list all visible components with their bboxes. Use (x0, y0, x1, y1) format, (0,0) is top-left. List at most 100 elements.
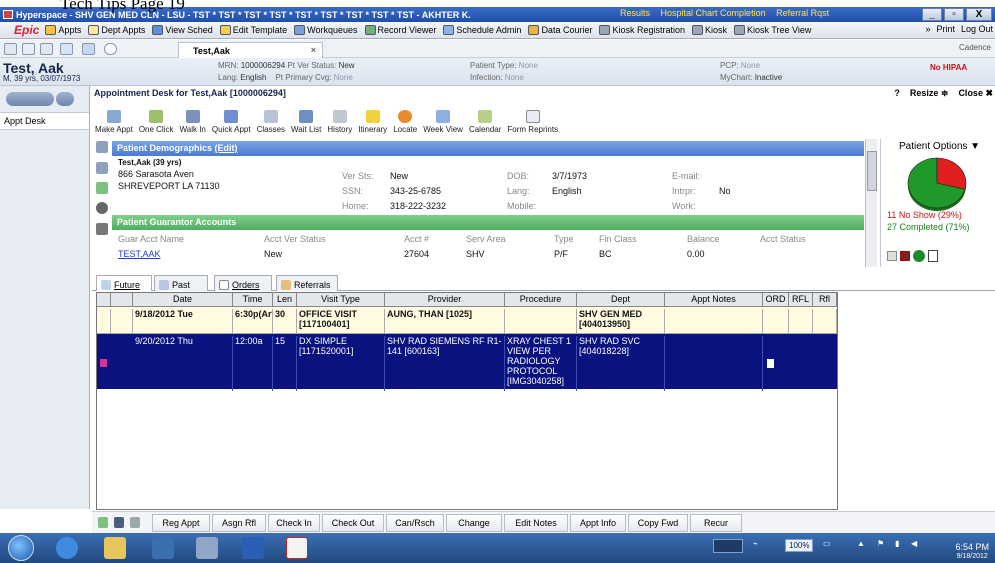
col-visit-type[interactable]: Visit Type (297, 293, 385, 307)
col-provider[interactable]: Provider (385, 293, 505, 307)
activity-appt-desk[interactable]: Appt Desk (0, 112, 89, 130)
tab-patient[interactable]: Test,Aak × (178, 42, 323, 58)
signal-meter-icon[interactable] (713, 539, 743, 553)
schedule-icon[interactable] (82, 43, 95, 55)
file-explorer-icon[interactable] (104, 537, 126, 559)
display-icon[interactable]: ▭ (823, 539, 831, 548)
epic-app-icon[interactable] (286, 537, 308, 559)
make-appt-button[interactable]: Make Appt (95, 110, 133, 134)
start-button[interactable] (8, 535, 34, 561)
close-window-button[interactable]: X (966, 8, 992, 21)
pie-chart-icon[interactable] (913, 250, 925, 262)
col-len[interactable]: Len (273, 293, 297, 307)
list-options-icon[interactable] (130, 517, 140, 528)
edit-notes-button[interactable]: Edit Notes (504, 514, 568, 532)
form-reprints-button[interactable]: Form Reprints (507, 110, 558, 134)
referral-rqst-link[interactable]: Referral Rqst (776, 8, 829, 18)
toolbar-view-sched[interactable]: View Sched (152, 25, 213, 35)
toolbar-schedule-admin[interactable]: Schedule Admin (443, 25, 521, 35)
inbox-icon[interactable] (22, 43, 35, 55)
tab-orders[interactable]: Orders (214, 275, 272, 291)
col-rfl[interactable]: RFL (789, 293, 813, 307)
col-appt-notes[interactable]: Appt Notes (665, 293, 763, 307)
flag-icon[interactable]: ⚑ (877, 539, 884, 548)
forward-arrow-icon[interactable] (96, 162, 108, 174)
overflow-chevron-icon[interactable]: » (925, 24, 930, 34)
close-tab-icon[interactable]: × (311, 45, 316, 55)
back-arrow-icon[interactable] (96, 141, 108, 153)
clipboard-icon[interactable] (767, 359, 774, 368)
toolbar-kiosk-registration[interactable]: Kiosk Registration (599, 25, 685, 35)
word-icon[interactable] (242, 537, 264, 559)
calendar-button[interactable]: Calendar (469, 110, 501, 134)
system-clock[interactable]: 6:54 PM 9/18/2012 (955, 542, 989, 562)
demographics-scrollbar[interactable] (865, 139, 877, 267)
clock-icon[interactable] (104, 43, 117, 55)
appt-info-button[interactable]: Appt Info (570, 514, 626, 532)
snipping-tool-icon[interactable] (196, 537, 218, 559)
col-date[interactable]: Date (133, 293, 233, 307)
asgn-rfl-button[interactable]: Asgn Rfl (212, 514, 266, 532)
cancel-icon[interactable] (96, 202, 108, 214)
quick-appt-button[interactable]: Quick Appt (212, 110, 251, 134)
recur-button[interactable]: Recur (690, 514, 742, 532)
results-link[interactable]: Results (620, 8, 650, 18)
registration-icon[interactable] (60, 43, 73, 55)
table-row[interactable]: 9/18/2012 Tue 6:30p(Ar*) 30 OFFICE VISIT… (97, 307, 837, 335)
toolbar-appts[interactable]: Appts (45, 25, 81, 35)
history-button[interactable]: History (327, 110, 352, 134)
col-rfl-2[interactable]: Rfl (813, 293, 837, 307)
col-ord[interactable]: ORD (763, 293, 789, 307)
change-button[interactable]: Change (446, 514, 502, 532)
media-player-icon[interactable] (152, 537, 174, 559)
toolbar-log-out[interactable]: Log Out (961, 24, 993, 34)
edit-demographics-link[interactable]: (Edit) (215, 143, 238, 153)
restore-button[interactable]: ▫ (944, 8, 964, 21)
itinerary-button[interactable]: Itinerary (358, 110, 387, 134)
col-time[interactable]: Time (233, 293, 273, 307)
toolbar-edit-template[interactable]: Edit Template (219, 25, 287, 35)
guarantor-account-link[interactable]: TEST,AAK (118, 249, 161, 259)
internet-explorer-icon[interactable] (56, 537, 78, 559)
classes-button[interactable]: Classes (257, 110, 285, 134)
volume-icon[interactable]: ◀ (911, 539, 917, 548)
resize-button[interactable]: Resize ≑ (910, 88, 949, 99)
toolbar-workqueues[interactable]: Workqueues (294, 25, 358, 35)
toolbar-data-courier[interactable]: Data Courier (528, 25, 592, 35)
document-icon[interactable] (928, 250, 938, 262)
patient-options-dropdown[interactable]: Patient Options ▼ (899, 141, 980, 152)
can-rsch-button[interactable]: Can/Rsch (386, 514, 444, 532)
refresh-list-icon[interactable] (98, 517, 108, 528)
check-in-button[interactable]: Check In (268, 514, 320, 532)
tab-referrals[interactable]: Referrals (276, 275, 338, 291)
check-out-button[interactable]: Check Out (322, 514, 384, 532)
print-icon[interactable] (96, 223, 108, 235)
tray-chevron-icon[interactable]: ▲ (857, 539, 865, 548)
col-dept[interactable]: Dept (577, 293, 665, 307)
tab-future[interactable]: Future (96, 275, 152, 291)
table-row-selected[interactable]: 9/20/2012 Thu 12:00a 15 DX SIMPLE [11715… (97, 334, 837, 391)
reg-appt-button[interactable]: Reg Appt (152, 514, 210, 532)
walk-in-button[interactable]: Walk In (180, 110, 206, 134)
network-icon[interactable]: ⌁ (753, 539, 758, 548)
help-button[interactable]: ? (894, 88, 900, 99)
refresh-icon[interactable] (96, 182, 108, 194)
one-click-button[interactable]: One Click (139, 110, 174, 134)
toolbar-kiosk-tree-view[interactable]: Kiosk Tree View (734, 25, 811, 35)
close-activity-button[interactable]: Close ✖ (958, 88, 993, 99)
scroll-down-icon[interactable] (887, 251, 897, 261)
wait-list-button[interactable]: Wait List (291, 110, 321, 134)
scroll-thumb[interactable] (867, 151, 877, 191)
bar-chart-icon[interactable] (900, 251, 910, 261)
home-icon[interactable] (4, 43, 17, 55)
save-icon[interactable] (114, 517, 124, 528)
toolbar-dept-appts[interactable]: Dept Appts (88, 25, 145, 35)
chart-completion-link[interactable]: Hospital Chart Completion (661, 8, 766, 18)
toolbar-record-viewer[interactable]: Record Viewer (364, 25, 436, 35)
nav-dropdown-button[interactable] (56, 92, 74, 106)
col-procedure[interactable]: Procedure (505, 293, 577, 307)
back-nav-button[interactable] (6, 92, 54, 106)
home-alt-icon[interactable] (40, 43, 53, 55)
toolbar-kiosk[interactable]: Kiosk (692, 25, 727, 35)
toolbar-print[interactable]: Print (936, 24, 955, 34)
